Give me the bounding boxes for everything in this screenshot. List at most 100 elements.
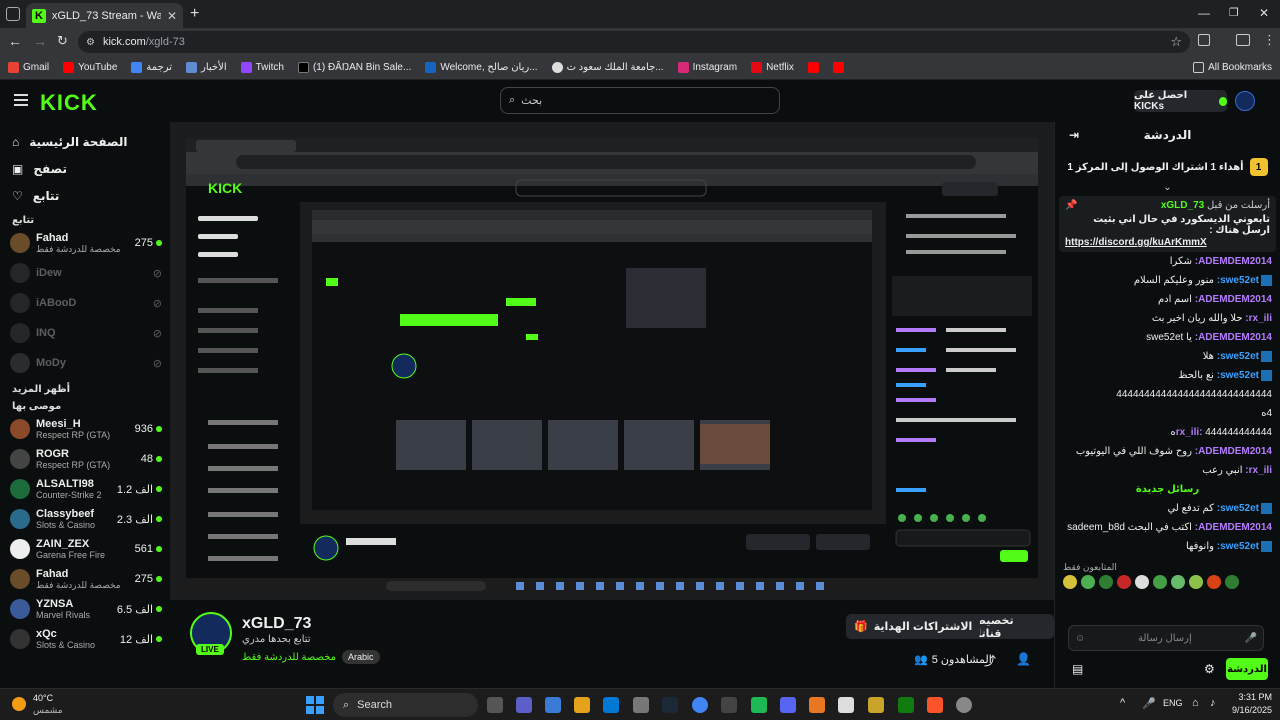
bookmark-translate[interactable]: ترجمة [131, 62, 172, 73]
chrome-menu-icon[interactable]: ⋮ [1263, 32, 1276, 48]
chat-username[interactable]: ADEMDEM2014: [1195, 256, 1272, 267]
search-input[interactable]: ⌕ بحث [500, 87, 780, 114]
new-tab-icon[interactable]: + [190, 5, 199, 23]
chat-input[interactable]: ☺ إرسال رسالة 🎤 [1068, 625, 1264, 651]
chat-username[interactable]: rx_ili: [1176, 427, 1203, 438]
reload-icon[interactable]: ↻ [57, 33, 68, 49]
user-avatar[interactable] [1235, 91, 1255, 111]
follow-user-icon[interactable]: 👤 [1016, 652, 1031, 666]
bookmark-gmail[interactable]: Gmail [8, 62, 49, 73]
clock-date[interactable]: 9/16/2025 [1222, 705, 1272, 715]
bookmark-ksu[interactable]: جامعة الملك سعود ت... [551, 62, 664, 73]
emote-icon[interactable] [1117, 575, 1131, 589]
emote-icon[interactable] [1207, 575, 1221, 589]
omnibox[interactable]: ⚙ kick.com/xgld-73 ☆ [78, 31, 1190, 53]
volume-icon[interactable]: ♪ [1210, 697, 1216, 709]
weather-icon[interactable] [12, 697, 26, 711]
weather-temp[interactable]: 40°C [33, 693, 53, 703]
discord-icon[interactable] [780, 697, 796, 713]
network-icon[interactable]: ⌂ [1192, 697, 1199, 709]
nav-home[interactable]: ⌂ الصفحة الرئيسية [0, 128, 170, 155]
clock-time[interactable]: 3:31 PM [1236, 692, 1272, 702]
emote-icon[interactable] [1225, 575, 1239, 589]
sidebar-channel[interactable]: iABooD ⊘ [0, 288, 170, 318]
store-icon[interactable] [603, 697, 619, 713]
gift-subs-button[interactable]: 🎁 الاشتراكات الهداية [846, 614, 981, 639]
emote-icon[interactable] [1081, 575, 1095, 589]
sidebar-channel[interactable]: ROGR Respect RP (GTA) 48 [0, 444, 170, 474]
emote-icon[interactable] [1063, 575, 1077, 589]
bookmark-news[interactable]: الأخبار [186, 62, 227, 73]
chat-username[interactable]: ADEMDEM2014: [1195, 522, 1272, 533]
browser-tab[interactable]: K xGLD_73 Stream - Watch Live o ✕ [26, 3, 183, 28]
share-icon[interactable]: ⤴ [984, 652, 996, 669]
site-info-icon[interactable]: ⚙ [86, 37, 95, 48]
back-icon[interactable]: ← [8, 33, 22, 49]
chat-username[interactable]: swe52et: [1217, 351, 1259, 362]
sidebar-channel[interactable]: YZNSA Marvel Rivals 6.5 الف [0, 594, 170, 624]
sidebar-channel[interactable]: ALSALTI98 Counter-Strike 2 1.2 الف [0, 474, 170, 504]
show-more-link[interactable]: أظهر المزيد [0, 384, 170, 395]
gift-leaderboard[interactable]: أهداء 1 اشتراك الوصول إلى المركز 1 1 [1055, 152, 1280, 182]
restore-icon[interactable]: ❐ [1229, 6, 1239, 19]
emote-icon[interactable] [1171, 575, 1185, 589]
minimize-icon[interactable]: — [1198, 6, 1210, 20]
chat-send-button[interactable]: الدردشة [1226, 658, 1268, 680]
chrome-icon[interactable] [692, 697, 708, 713]
chat-username[interactable]: swe52et: [1217, 275, 1259, 286]
chat-settings-icon[interactable]: ⚙ [1204, 662, 1215, 676]
file-explorer-icon[interactable] [574, 697, 590, 713]
sidebar-channel[interactable]: Fahad مخصصة للدردشة فقط 275 [0, 564, 170, 594]
brave-icon[interactable] [927, 697, 943, 713]
mic-tray-icon[interactable]: 🎤 [1142, 697, 1156, 710]
obs-icon[interactable] [956, 697, 972, 713]
bookmark-x[interactable]: (1) ĐÂŊAN Bin Sale... [297, 62, 411, 73]
tray-overflow-icon[interactable]: ^ [1120, 697, 1125, 709]
emote-icon[interactable] [1099, 575, 1113, 589]
bookmark-youtube-2[interactable] [807, 62, 819, 73]
tab-actions-icon[interactable] [6, 7, 20, 21]
close-window-icon[interactable]: ✕ [1259, 6, 1269, 20]
bookmark-twitch[interactable]: Twitch [240, 62, 284, 73]
app-icon[interactable] [721, 697, 737, 713]
app-icon[interactable] [633, 697, 649, 713]
forward-icon[interactable]: → [33, 33, 47, 49]
chat-username[interactable]: ADEMDEM2014: [1195, 446, 1272, 457]
bookmark-welcome[interactable]: Welcome, ريان صالح... [425, 62, 538, 73]
language-indicator[interactable]: ENG [1163, 698, 1183, 708]
close-tab-icon[interactable]: ✕ [167, 9, 177, 23]
sidebar-channel[interactable]: iDew ⊘ [0, 258, 170, 288]
collapse-chat-icon[interactable]: ⇥ [1069, 128, 1079, 142]
expand-leaderboard-icon[interactable]: ⌄ [1055, 182, 1280, 196]
chat-username[interactable]: rx_ili: [1245, 465, 1272, 476]
chat-username[interactable]: ADEMDEM2014: [1195, 294, 1272, 305]
mic-icon[interactable]: 🎤 [1245, 633, 1257, 644]
bookmark-youtube[interactable]: YouTube [63, 62, 117, 73]
app-icon[interactable] [751, 697, 767, 713]
app-icon[interactable] [809, 697, 825, 713]
bookmark-star-icon[interactable]: ☆ [1170, 34, 1182, 50]
save-clip-icon[interactable]: ▤ [1072, 662, 1083, 676]
chat-username[interactable]: swe52et: [1217, 503, 1259, 514]
teams-icon[interactable] [516, 697, 532, 713]
kick-logo[interactable]: KICK [40, 90, 98, 116]
steam-icon[interactable] [662, 697, 678, 713]
sidebar-channel[interactable]: INQ ⊘ [0, 318, 170, 348]
extensions-icon[interactable] [1198, 34, 1210, 46]
start-button-icon[interactable] [306, 696, 324, 714]
copilot-icon[interactable] [545, 697, 561, 713]
sidebar-channel[interactable]: Fahad مخصصة للدردشة فقط 275 [0, 228, 170, 258]
pin-icon[interactable]: 📌 [1065, 200, 1077, 211]
pinned-user[interactable]: xGLD_73 [1161, 200, 1204, 211]
bookmark-netflix[interactable]: Netflix [751, 62, 794, 73]
sidebar-channel[interactable]: Classybeef Slots & Casino 2.3 الف [0, 504, 170, 534]
bookmark-instagram[interactable]: Instagram [677, 62, 737, 73]
bookmark-youtube-3[interactable] [832, 62, 844, 73]
pinned-link[interactable]: https://discord.gg/kuArKmmX [1065, 237, 1270, 248]
emote-icon[interactable] [1189, 575, 1203, 589]
category-link[interactable]: مخصصة للدردشة فقط [242, 652, 336, 663]
profile-icon[interactable] [1236, 34, 1250, 46]
task-view-icon[interactable] [487, 697, 503, 713]
sidebar-channel[interactable]: Meesi_H Respect RP (GTA) 936 [0, 414, 170, 444]
app-icon[interactable] [838, 697, 854, 713]
